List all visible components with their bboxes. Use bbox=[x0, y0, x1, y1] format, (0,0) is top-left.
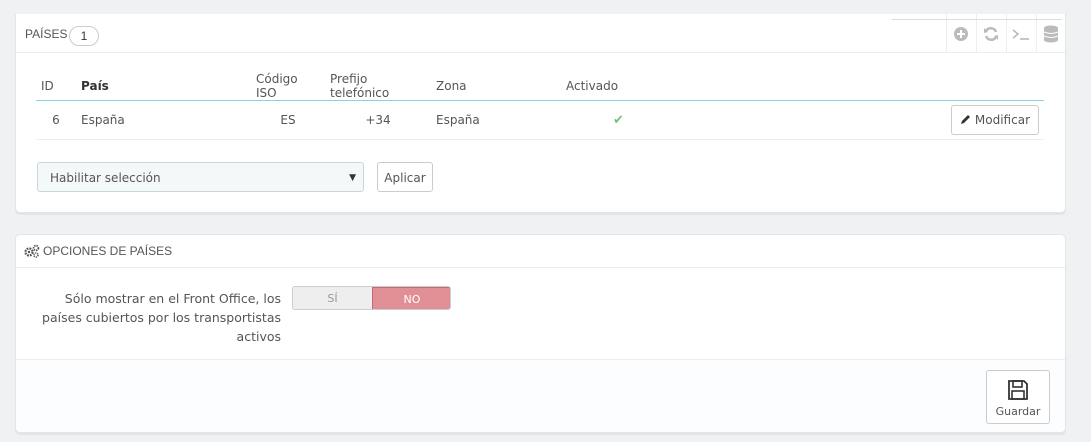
count-badge: 1 bbox=[69, 26, 99, 46]
database-icon bbox=[1043, 25, 1059, 43]
switch-yes-option[interactable]: SÍ bbox=[293, 287, 372, 309]
bulk-action-select[interactable]: Habilitar selección ▼ bbox=[37, 162, 364, 192]
cell-prefix: +34 bbox=[325, 100, 431, 140]
column-header-enabled[interactable]: Activado bbox=[561, 72, 741, 101]
switch-no-option[interactable]: NO bbox=[372, 287, 450, 309]
column-header-zone[interactable]: Zona bbox=[431, 72, 561, 101]
panel-title: OPCIONES DE PAÍSES bbox=[43, 244, 173, 258]
pencil-icon bbox=[961, 115, 971, 124]
edit-button-label: Modificar bbox=[974, 113, 1030, 127]
column-header-id[interactable]: ID bbox=[36, 72, 76, 101]
countries-table: ID País Código ISO Prefijo telefónico Zo… bbox=[36, 72, 1044, 140]
column-header-country[interactable]: País bbox=[76, 72, 251, 101]
front-office-switch[interactable]: SÍ NO bbox=[292, 286, 451, 310]
panel-footer: Guardar bbox=[16, 359, 1065, 432]
save-button-label: Guardar bbox=[995, 405, 1041, 418]
column-header-iso[interactable]: Código ISO bbox=[251, 72, 325, 101]
countries-panel: PAÍSES 1 ID País Código ISO Prefijo tele… bbox=[15, 14, 1066, 213]
column-header-actions bbox=[741, 72, 1044, 101]
plus-circle-icon bbox=[954, 26, 968, 41]
apply-button[interactable]: Aplicar bbox=[377, 162, 433, 192]
edit-button[interactable]: Modificar bbox=[951, 105, 1039, 135]
cell-actions: Modificar bbox=[741, 100, 1044, 140]
toolbar-divider bbox=[892, 19, 1062, 20]
cell-iso: ES bbox=[251, 100, 325, 140]
save-icon bbox=[1008, 380, 1028, 400]
bulk-action-value: Habilitar selección bbox=[50, 171, 161, 185]
terminal-icon bbox=[1012, 29, 1029, 40]
panel-title: PAÍSES bbox=[25, 27, 68, 41]
options-panel: OPCIONES DE PAÍSES Sólo mostrar en el Fr… bbox=[15, 234, 1066, 433]
table-header-row: ID País Código ISO Prefijo telefónico Zo… bbox=[36, 72, 1044, 101]
check-icon[interactable]: ✔ bbox=[613, 113, 624, 128]
cell-enabled[interactable]: ✔ bbox=[561, 100, 741, 140]
cell-country: España bbox=[76, 100, 251, 140]
caret-down-icon: ▼ bbox=[349, 173, 356, 183]
cogs-icon bbox=[24, 244, 40, 258]
cell-zone: España bbox=[431, 100, 561, 140]
save-button[interactable]: Guardar bbox=[986, 370, 1050, 424]
column-header-prefix[interactable]: Prefijo telefónico bbox=[325, 72, 431, 101]
table-row[interactable]: 6 España ES +34 España ✔ Modificar bbox=[36, 100, 1044, 140]
option-label: Sólo mostrar en el Front Office, los paí… bbox=[42, 291, 281, 344]
panel-heading: OPCIONES DE PAÍSES bbox=[16, 235, 1065, 268]
cell-id: 6 bbox=[36, 100, 76, 140]
refresh-icon bbox=[984, 26, 998, 41]
